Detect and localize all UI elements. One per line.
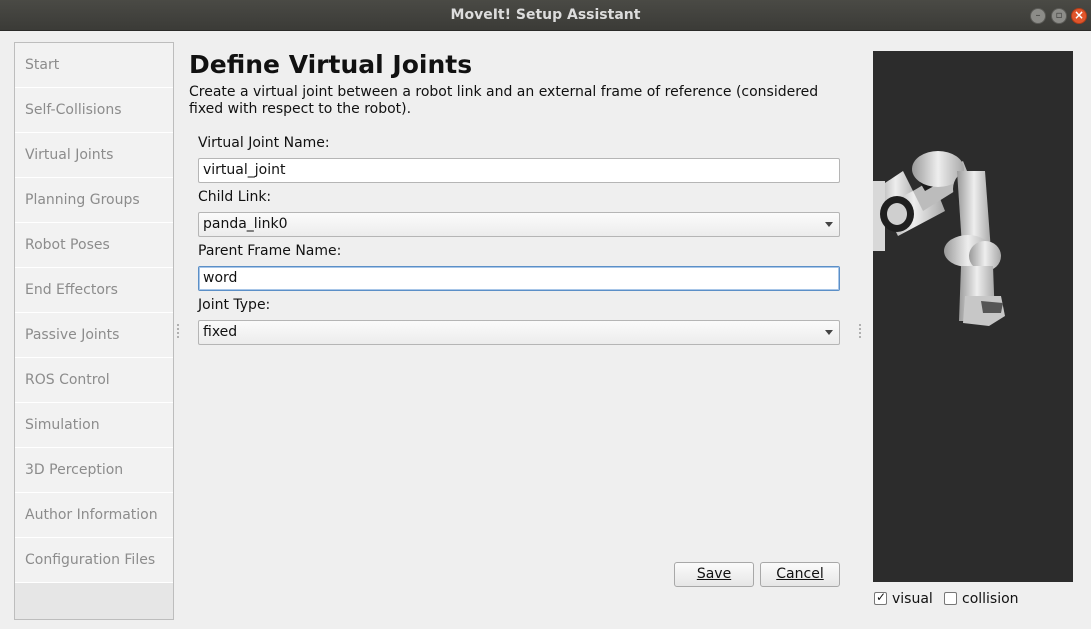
visual-label: visual <box>892 591 933 607</box>
sidebar-item-configuration-files[interactable]: Configuration Files <box>15 538 173 583</box>
parent-frame-name-value: word <box>203 270 238 286</box>
sidebar-item-start[interactable]: Start <box>15 43 173 88</box>
sidebar-item-self-collisions[interactable]: Self-Collisions <box>15 88 173 133</box>
left-splitter-handle[interactable] <box>177 324 179 338</box>
robot-arm-model <box>873 151 1005 326</box>
joint-type-value: fixed <box>203 324 238 340</box>
sidebar-item-simulation[interactable]: Simulation <box>15 403 173 448</box>
child-link-dropdown[interactable]: panda_link0 <box>198 212 840 237</box>
virtual-joint-name-input[interactable]: virtual_joint <box>198 158 840 183</box>
collision-checkbox[interactable] <box>944 592 957 605</box>
chevron-down-icon <box>825 222 833 227</box>
chevron-down-icon <box>825 330 833 335</box>
checkmark-icon: ✓ <box>876 590 887 604</box>
robot-3d-viewport[interactable] <box>873 51 1073 582</box>
title-bar: MoveIt! Setup Assistant – ▫ × <box>0 0 1091 31</box>
cancel-button[interactable]: Cancel <box>760 562 840 587</box>
virtual-joint-name-value: virtual_joint <box>203 162 286 178</box>
collision-label: collision <box>962 591 1019 607</box>
sidebar: Start Self-Collisions Virtual Joints Pla… <box>14 42 174 620</box>
sidebar-item-author-information[interactable]: Author Information <box>15 493 173 538</box>
sidebar-item-ros-control[interactable]: ROS Control <box>15 358 173 403</box>
window-title: MoveIt! Setup Assistant <box>450 7 641 23</box>
sidebar-item-robot-poses[interactable]: Robot Poses <box>15 223 173 268</box>
visual-checkbox[interactable]: ✓ <box>874 590 887 605</box>
parent-frame-name-label: Parent Frame Name: <box>198 243 342 259</box>
child-link-value: panda_link0 <box>203 216 288 232</box>
child-link-label: Child Link: <box>198 189 272 205</box>
sidebar-item-passive-joints[interactable]: Passive Joints <box>15 313 173 358</box>
sidebar-item-virtual-joints[interactable]: Virtual Joints <box>15 133 173 178</box>
sidebar-item-end-effectors[interactable]: End Effectors <box>15 268 173 313</box>
virtual-joint-form: Define Virtual Joints Create a virtual j… <box>189 50 849 345</box>
joint-type-dropdown[interactable]: fixed <box>198 320 840 345</box>
minimize-icon[interactable]: – <box>1030 8 1046 24</box>
maximize-icon[interactable]: ▫ <box>1051 8 1067 24</box>
page-title: Define Virtual Joints <box>189 50 473 79</box>
sidebar-item-planning-groups[interactable]: Planning Groups <box>15 178 173 223</box>
right-splitter-handle[interactable] <box>859 324 861 338</box>
virtual-joint-name-label: Virtual Joint Name: <box>198 135 330 151</box>
page-description: Create a virtual joint between a robot l… <box>189 84 819 117</box>
close-icon[interactable]: × <box>1071 8 1087 24</box>
save-button[interactable]: Save <box>674 562 754 587</box>
parent-frame-name-input[interactable]: word <box>198 266 840 291</box>
joint-type-label: Joint Type: <box>198 297 271 313</box>
sidebar-item-3d-perception[interactable]: 3D Perception <box>15 448 173 493</box>
